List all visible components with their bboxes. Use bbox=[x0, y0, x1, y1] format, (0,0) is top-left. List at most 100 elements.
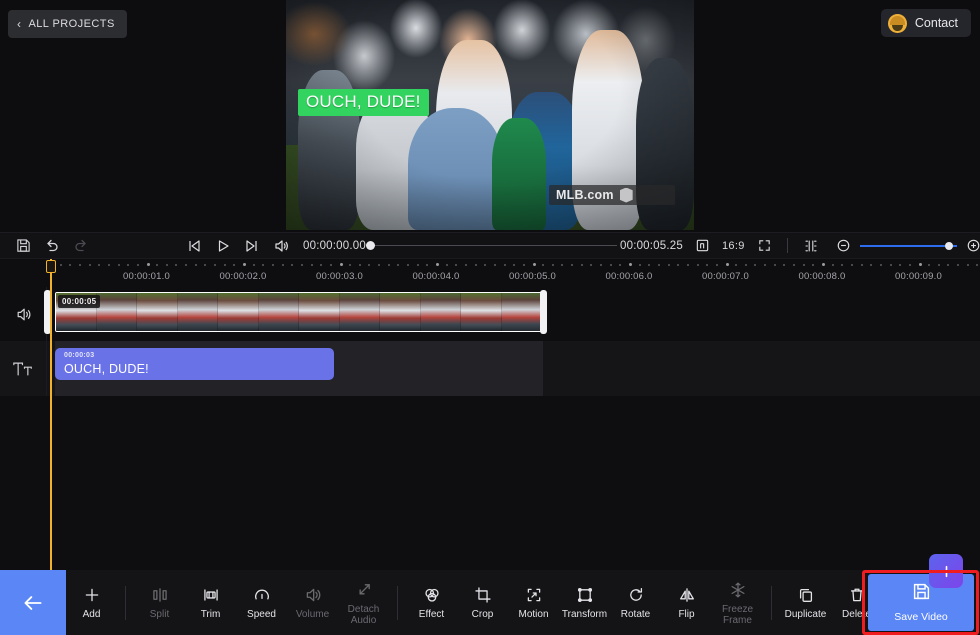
scrubber-handle[interactable] bbox=[366, 241, 375, 250]
undo-arrow-icon[interactable] bbox=[44, 238, 60, 254]
tool-label: Split bbox=[149, 609, 170, 620]
ruler-tick bbox=[522, 264, 525, 266]
ruler-tick bbox=[358, 264, 361, 266]
ruler-time-label: 00:00:05.0 bbox=[509, 271, 556, 282]
all-projects-button[interactable]: ‹ ALL PROJECTS bbox=[8, 10, 127, 38]
back-button[interactable] bbox=[0, 570, 66, 635]
tool-motion-button[interactable]: Motion bbox=[508, 570, 559, 635]
video-track-row: 00:00:05 bbox=[0, 287, 980, 341]
ruler-tick bbox=[629, 263, 632, 266]
add-track-button[interactable] bbox=[929, 554, 963, 588]
ruler-tick bbox=[754, 264, 757, 266]
tool-label: Speed bbox=[247, 609, 276, 620]
ruler-tick bbox=[976, 264, 979, 266]
clip-trim-handle-right[interactable] bbox=[540, 290, 547, 334]
toolbar-divider bbox=[125, 585, 126, 620]
video-editor-app: ‹ ALL PROJECTS Contact OUCH, DUDE! MLB.c… bbox=[0, 0, 980, 635]
ruler-tick bbox=[802, 264, 805, 266]
ruler-tick bbox=[957, 264, 960, 266]
expand-fullscreen-icon[interactable] bbox=[757, 238, 772, 253]
video-clip[interactable]: 00:00:05 bbox=[55, 292, 543, 332]
zoom-plus-icon[interactable] bbox=[966, 238, 980, 253]
contact-label: Contact bbox=[914, 16, 958, 30]
tool-trim-button[interactable]: Trim bbox=[185, 570, 236, 635]
ruler-tick bbox=[793, 264, 796, 266]
player-volume-icon[interactable] bbox=[273, 238, 289, 254]
skip-next-icon[interactable] bbox=[244, 238, 260, 254]
text-track-header[interactable] bbox=[0, 341, 46, 396]
skip-previous-icon[interactable] bbox=[186, 238, 202, 254]
top-bar: ‹ ALL PROJECTS Contact OUCH, DUDE! MLB.c… bbox=[0, 0, 980, 232]
control-divider bbox=[786, 238, 788, 253]
contact-button[interactable]: Contact bbox=[880, 9, 971, 37]
ruler-tick bbox=[98, 264, 101, 266]
redo-arrow-icon[interactable] bbox=[73, 238, 89, 254]
ruler-tick bbox=[387, 264, 390, 266]
ruler-tick bbox=[561, 264, 564, 266]
timeline-ruler[interactable]: 00:00:01.0 00:00:02.0 00:00:03.0 00:00:04.0… bbox=[0, 259, 980, 287]
ruler-tick bbox=[542, 264, 545, 266]
ruler-tick bbox=[271, 264, 274, 266]
zoom-minus-icon[interactable] bbox=[836, 238, 851, 253]
timeline-zoom-control[interactable] bbox=[836, 238, 980, 253]
ruler-tick bbox=[908, 264, 911, 266]
tool-transform-button[interactable]: Transform bbox=[559, 570, 610, 635]
ruler-tick bbox=[947, 264, 950, 266]
ruler-time-label: 00:00:09.0 bbox=[895, 271, 942, 282]
filmstrip-frame bbox=[339, 293, 380, 331]
zoom-slider[interactable] bbox=[860, 241, 957, 251]
timeline-playhead[interactable] bbox=[45, 259, 56, 570]
filmstrip-frame bbox=[501, 293, 542, 331]
tool-speed-button[interactable]: Speed bbox=[236, 570, 287, 635]
ruler-tick bbox=[725, 263, 729, 266]
ruler-tick bbox=[831, 264, 834, 266]
video-preview[interactable]: OUCH, DUDE! MLB.com bbox=[286, 0, 694, 230]
filmstrip-frame bbox=[380, 293, 421, 331]
ruler-tick bbox=[966, 264, 969, 266]
ruler-tick bbox=[590, 264, 593, 266]
playback-scrubber[interactable] bbox=[366, 240, 617, 252]
tool-crop-button[interactable]: Crop bbox=[457, 570, 508, 635]
ruler-tick bbox=[580, 264, 583, 266]
ruler-tick bbox=[262, 264, 265, 266]
ruler-time-label: 00:00:07.0 bbox=[702, 271, 749, 282]
floppy-save-icon bbox=[912, 582, 931, 606]
ruler-tick bbox=[175, 264, 178, 266]
aspect-ratio-label[interactable]: 16:9 bbox=[722, 240, 745, 252]
text-tool-icon[interactable] bbox=[12, 360, 34, 378]
tool-label: Trim bbox=[200, 609, 221, 620]
tool-detach-audio-button: Detach Audio bbox=[338, 570, 389, 635]
ruler-tick bbox=[850, 264, 853, 266]
ruler-tick bbox=[78, 264, 81, 266]
current-time-display: 00:00:00.00 bbox=[303, 239, 366, 252]
text-clip[interactable]: 00:00:03 OUCH, DUDE! bbox=[55, 348, 334, 380]
layout-grid-icon[interactable] bbox=[695, 238, 710, 253]
tool-duplicate-button[interactable]: Duplicate bbox=[780, 570, 831, 635]
speaker-volume-icon[interactable] bbox=[15, 306, 32, 323]
tool-rotate-button[interactable]: Rotate bbox=[610, 570, 661, 635]
play-button[interactable] bbox=[215, 238, 231, 254]
snap-magnet-icon[interactable] bbox=[803, 238, 819, 254]
ruler-time-label: 00:00:06.0 bbox=[605, 271, 653, 282]
ruler-tick bbox=[889, 264, 892, 266]
ruler-time-label: 00:00:01.0 bbox=[123, 271, 170, 282]
zoom-slider-handle[interactable] bbox=[945, 241, 953, 250]
tool-buttons: Add Split Trim Speed Volume Detach Audio Effect… bbox=[66, 570, 980, 635]
ruler-tick bbox=[281, 264, 284, 266]
playhead-handle[interactable] bbox=[45, 260, 56, 273]
transform-square-icon bbox=[576, 585, 594, 605]
ruler-tick bbox=[493, 264, 496, 266]
toolbar-divider bbox=[771, 585, 772, 620]
text-track-header-divider bbox=[46, 341, 47, 396]
ruler-tick bbox=[407, 264, 410, 266]
video-track-header[interactable] bbox=[0, 287, 46, 341]
toolbar-divider bbox=[397, 585, 398, 620]
tool-label: Detach Audio bbox=[347, 603, 380, 626]
floppy-save-icon[interactable] bbox=[16, 238, 31, 253]
tool-add-button[interactable]: Add bbox=[66, 570, 117, 635]
all-projects-label: ALL PROJECTS bbox=[28, 18, 115, 30]
ruler-tick bbox=[436, 263, 439, 266]
ruler-tick bbox=[600, 264, 603, 266]
tool-effect-button[interactable]: Effect bbox=[406, 570, 457, 635]
tool-flip-button[interactable]: Flip bbox=[661, 570, 712, 635]
